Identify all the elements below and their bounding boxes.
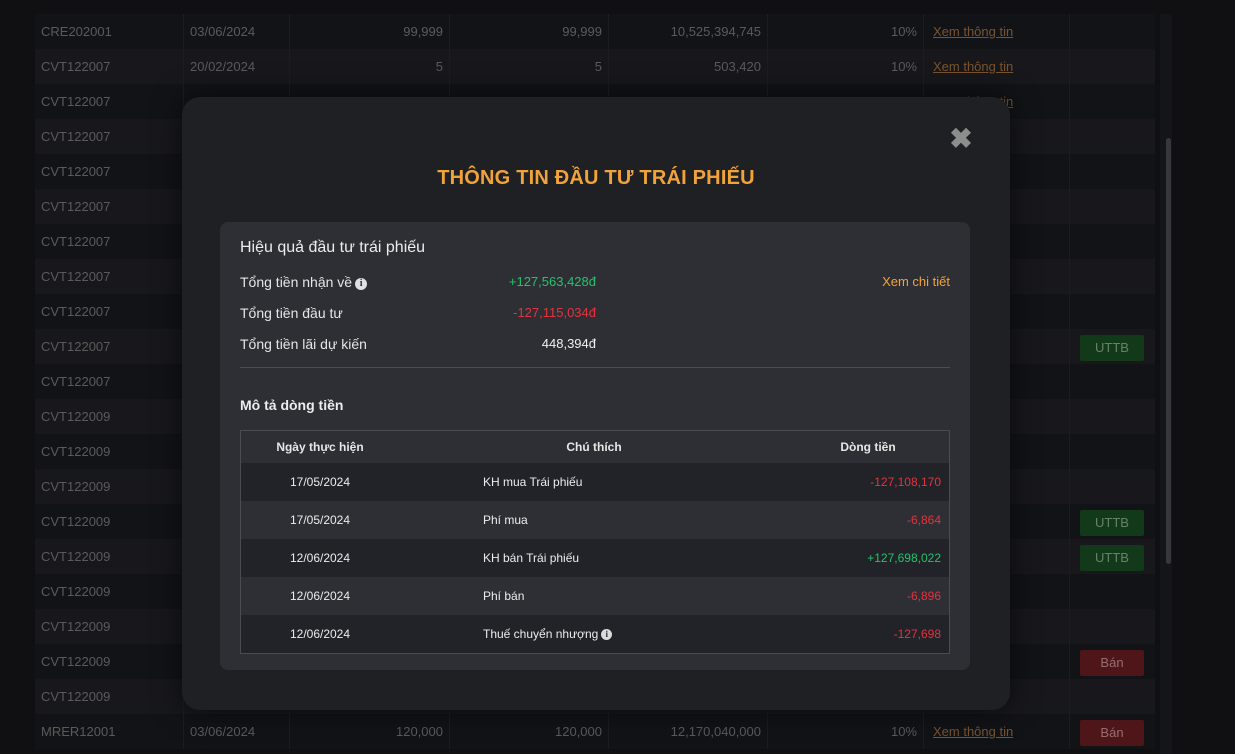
cashflow-note-text: Phí mua	[483, 513, 528, 527]
view-detail-link[interactable]: Xem chi tiết	[882, 274, 950, 289]
investment-performance-card: Hiệu quả đầu tư trái phiếu Tổng tiền nhậ…	[220, 222, 970, 670]
divider	[240, 367, 950, 368]
modal-title: THÔNG TIN ĐẦU TƯ TRÁI PHIẾU	[437, 167, 755, 189]
cashflow-amount: -127,108,170	[870, 475, 941, 489]
cashflow-note: Phí bán	[399, 589, 635, 603]
cashflow-note-text: Phí bán	[483, 589, 525, 603]
received-value: +127,563,428đ	[508, 274, 596, 289]
header-date: Ngày thực hiện	[276, 440, 364, 454]
cashflow-note: KH mua Trái phiếu	[399, 475, 635, 489]
cashflow-date: 12/06/2024	[289, 589, 351, 603]
interest-value: 448,394đ	[541, 336, 596, 351]
cashflow-note-text: KH mua Trái phiếu	[483, 475, 583, 489]
header-flow: Dòng tiền	[840, 440, 896, 454]
cashflow-table-body: 17/05/2024 KH mua Trái phiếu -127,108,170 1…	[241, 463, 949, 653]
invested-label: Tổng tiền đầu tư	[240, 305, 343, 321]
interest-label: Tổng tiền lãi dự kiến	[240, 336, 367, 352]
cashflow-table-header: Ngày thực hiện Chú thích Dòng tiền	[241, 431, 949, 463]
card-heading: Hiệu quả đầu tư trái phiếu	[240, 239, 426, 256]
bond-investment-info-modal: ✖ THÔNG TIN ĐẦU TƯ TRÁI PHIẾU Hiệu quả đ…	[182, 97, 1010, 710]
info-icon[interactable]: i	[601, 629, 613, 640]
cashflow-section-heading: Mô tả dòng tiền	[240, 397, 344, 413]
cashflow-date: 17/05/2024	[289, 513, 351, 527]
summary-received-row: Tổng tiền nhận về i +127,563,428đ Xem chi…	[240, 274, 950, 294]
cashflow-note: KH bán Trái phiếu	[399, 551, 635, 565]
cashflow-amount: +127,698,022	[867, 551, 941, 565]
cashflow-note: Phí mua	[399, 513, 635, 527]
table-row: 17/05/2024 KH mua Trái phiếu -127,108,170	[241, 463, 949, 501]
cashflow-amount: -6,896	[906, 589, 941, 603]
header-note: Chú thích	[566, 440, 622, 454]
received-label: Tổng tiền nhận về i	[240, 274, 368, 290]
close-icon[interactable]: ✖	[947, 125, 975, 153]
table-row: 17/05/2024 Phí mua -6,864	[241, 501, 949, 539]
cashflow-date: 12/06/2024	[289, 627, 351, 641]
cashflow-note-text: KH bán Trái phiếu	[483, 551, 580, 565]
cashflow-date: 17/05/2024	[289, 475, 351, 489]
summary-interest-row: Tổng tiền lãi dự kiến 448,394đ	[240, 336, 950, 356]
table-row: 12/06/2024 Phí bán -6,896	[241, 577, 949, 615]
cashflow-table: Ngày thực hiện Chú thích Dòng tiền 17/05…	[240, 430, 950, 654]
cashflow-date: 12/06/2024	[289, 551, 351, 565]
cashflow-amount: -127,698	[893, 627, 941, 641]
info-icon[interactable]: i	[355, 278, 368, 290]
invested-value: -127,115,034đ	[513, 305, 596, 320]
cashflow-amount: -6,864	[906, 513, 941, 527]
summary-invested-row: Tổng tiền đầu tư -127,115,034đ	[240, 305, 950, 325]
cashflow-note: Thuế chuyển nhượng i	[399, 627, 635, 641]
table-row: 12/06/2024 KH bán Trái phiếu +127,698,022	[241, 539, 949, 577]
table-row: 12/06/2024 Thuế chuyển nhượng i -127,698	[241, 615, 949, 653]
cashflow-note-text: Thuế chuyển nhượng	[483, 627, 599, 641]
